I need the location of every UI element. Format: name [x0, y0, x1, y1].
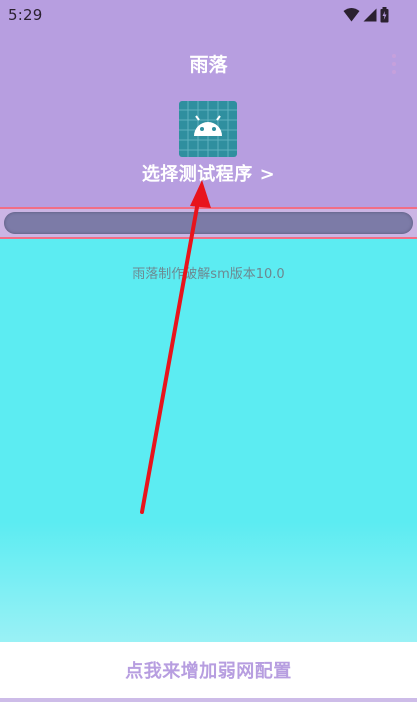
main-content: 雨落制作破解sm版本10.0 — [0, 239, 417, 642]
menu-dot — [392, 70, 396, 74]
more-vert-icon[interactable] — [389, 54, 399, 78]
app-title: 雨落 — [189, 54, 228, 76]
status-icons — [343, 7, 389, 23]
battery-icon — [380, 7, 389, 23]
android-icon[interactable] — [179, 101, 237, 157]
bottom-strip — [0, 698, 417, 702]
status-bar: 5:29 — [0, 0, 417, 30]
menu-dot — [392, 62, 396, 66]
signal-icon — [363, 8, 377, 22]
version-text: 雨落制作破解sm版本10.0 — [132, 267, 285, 282]
bottom-glow — [0, 522, 417, 642]
add-weak-network-config-button[interactable]: 点我来增加弱网配置 — [0, 642, 417, 698]
menu-dot — [392, 54, 396, 58]
progress-track — [0, 207, 417, 239]
select-program-button[interactable]: 选择测试程序 > — [0, 160, 417, 186]
wifi-icon — [343, 8, 360, 22]
progress-bar — [4, 212, 413, 234]
status-time: 5:29 — [8, 6, 43, 24]
